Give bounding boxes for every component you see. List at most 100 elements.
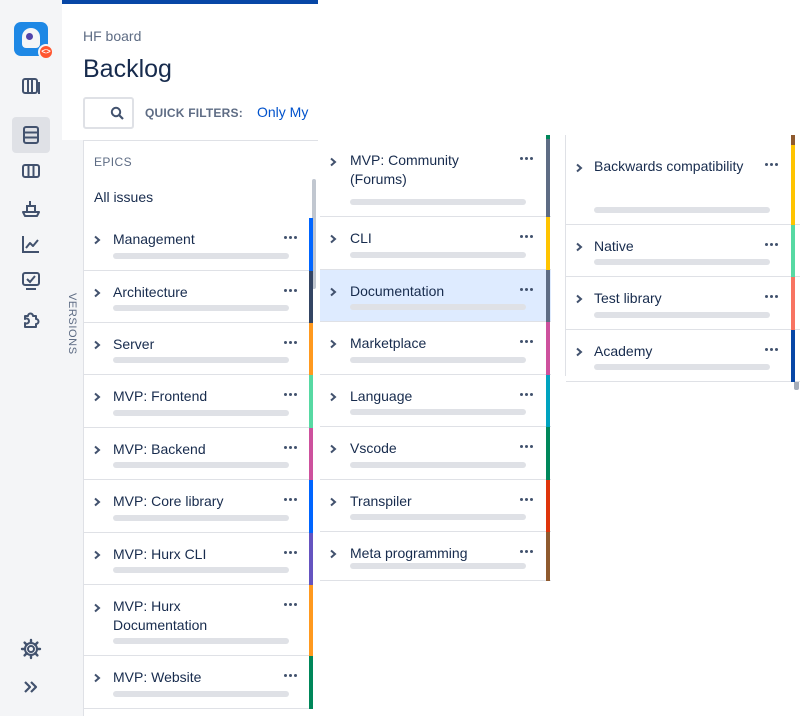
epic-row[interactable]: MVP: Core library xyxy=(84,480,313,533)
more-actions-icon[interactable] xyxy=(765,163,781,167)
more-actions-icon[interactable] xyxy=(284,498,300,502)
epic-row[interactable]: Marketplace xyxy=(320,322,551,375)
addon-icon xyxy=(24,312,40,328)
epic-row[interactable]: Server xyxy=(84,323,313,375)
more-actions-icon[interactable] xyxy=(284,236,300,240)
more-actions-icon[interactable] xyxy=(765,348,781,352)
project-avatar[interactable]: <> xyxy=(14,22,54,60)
versions-tab[interactable]: VERSIONS xyxy=(62,140,84,716)
nav-backlog[interactable] xyxy=(12,117,50,153)
epic-name[interactable]: MVP: Community (Forums) xyxy=(350,151,512,189)
epic-name[interactable]: MVP: Core library xyxy=(113,492,276,511)
chevron-right-icon[interactable] xyxy=(574,347,584,357)
epic-row[interactable]: Native xyxy=(566,225,800,277)
epic-row[interactable]: MVP: Frontend xyxy=(84,375,313,428)
epic-name[interactable]: Backwards compatibility xyxy=(594,157,757,176)
epic-name[interactable]: CLI xyxy=(350,229,512,248)
epic-row[interactable]: Vscode xyxy=(320,427,551,480)
epic-name[interactable]: MVP: Hurx CLI xyxy=(113,545,276,564)
nav-settings[interactable] xyxy=(12,631,50,667)
chevron-right-icon[interactable] xyxy=(328,339,338,349)
chevron-right-icon[interactable] xyxy=(328,497,338,507)
epic-name[interactable]: Academy xyxy=(594,342,757,361)
more-actions-icon[interactable] xyxy=(284,289,300,293)
epic-name[interactable]: Architecture xyxy=(113,283,276,302)
more-actions-icon[interactable] xyxy=(765,243,781,247)
epic-name[interactable]: Management xyxy=(113,230,276,249)
epic-row[interactable]: MVP: Hurx CLI xyxy=(84,533,313,585)
epic-name[interactable]: Test library xyxy=(594,289,757,308)
epic-row[interactable]: Documentation xyxy=(320,270,551,322)
expand-sidebar-button[interactable] xyxy=(12,669,50,705)
epic-row[interactable]: Management xyxy=(84,218,313,271)
more-actions-icon[interactable] xyxy=(520,235,536,239)
epic-name[interactable]: Documentation xyxy=(350,282,512,301)
more-actions-icon[interactable] xyxy=(284,674,300,678)
chevron-right-icon[interactable] xyxy=(92,288,102,298)
epic-name[interactable]: MVP: Website xyxy=(113,668,276,687)
chevron-right-icon[interactable] xyxy=(92,603,102,613)
epic-row[interactable]: Meta programming xyxy=(320,532,551,581)
more-actions-icon[interactable] xyxy=(520,445,536,449)
epic-row[interactable]: MVP: Backend xyxy=(84,428,313,480)
more-actions-icon[interactable] xyxy=(520,157,536,161)
search-input[interactable] xyxy=(83,97,134,129)
epic-row[interactable]: Academy xyxy=(566,330,800,382)
chevron-right-icon[interactable] xyxy=(92,235,102,245)
nav-board[interactable] xyxy=(12,153,50,189)
more-actions-icon[interactable] xyxy=(520,498,536,502)
more-actions-icon[interactable] xyxy=(284,393,300,397)
epic-name[interactable]: MVP: Hurx Documentation xyxy=(113,597,276,635)
more-actions-icon[interactable] xyxy=(520,288,536,292)
chevron-right-icon[interactable] xyxy=(574,294,584,304)
all-issues-item[interactable]: All issues xyxy=(94,189,153,205)
epic-name[interactable]: Transpiler xyxy=(350,492,512,511)
chevron-right-icon[interactable] xyxy=(328,392,338,402)
epic-name[interactable]: Vscode xyxy=(350,439,512,458)
more-actions-icon[interactable] xyxy=(284,341,300,345)
epic-row[interactable]: Language xyxy=(320,375,551,427)
nav-issues[interactable] xyxy=(12,263,50,299)
epic-row[interactable]: Architecture xyxy=(84,271,313,323)
chevron-right-icon[interactable] xyxy=(328,287,338,297)
chevron-right-icon[interactable] xyxy=(92,497,102,507)
more-actions-icon[interactable] xyxy=(284,551,300,555)
epic-name[interactable]: Server xyxy=(113,335,276,354)
epic-row[interactable]: MVP: Website xyxy=(84,656,313,709)
chevron-right-icon[interactable] xyxy=(328,157,338,167)
chevron-right-icon[interactable] xyxy=(574,163,584,173)
epic-row[interactable]: Test library xyxy=(566,277,800,330)
more-actions-icon[interactable] xyxy=(765,295,781,299)
nav-roadmap[interactable] xyxy=(12,68,50,104)
more-actions-icon[interactable] xyxy=(284,446,300,450)
chevron-right-icon[interactable] xyxy=(92,340,102,350)
epic-name[interactable]: Meta programming xyxy=(350,544,512,563)
chevron-right-icon[interactable] xyxy=(328,234,338,244)
more-actions-icon[interactable] xyxy=(284,603,300,607)
more-actions-icon[interactable] xyxy=(520,550,536,554)
epic-row[interactable]: MVP: Community (Forums) xyxy=(320,139,551,217)
chevron-right-icon[interactable] xyxy=(92,550,102,560)
chevron-right-icon[interactable] xyxy=(328,444,338,454)
epic-row[interactable]: Backwards compatibility xyxy=(566,145,800,225)
epic-name[interactable]: Native xyxy=(594,237,757,256)
chevron-right-icon[interactable] xyxy=(92,673,102,683)
epic-name[interactable]: Language xyxy=(350,387,512,406)
breadcrumb[interactable]: HF board xyxy=(83,28,141,44)
epic-row[interactable]: CLI xyxy=(320,217,551,270)
nav-reports[interactable] xyxy=(12,226,50,262)
more-actions-icon[interactable] xyxy=(520,393,536,397)
chevron-right-icon[interactable] xyxy=(328,549,338,559)
quick-filter-only-my[interactable]: Only My xyxy=(257,104,308,120)
chevron-right-icon[interactable] xyxy=(92,392,102,402)
chevron-right-icon[interactable] xyxy=(574,242,584,252)
nav-addons[interactable] xyxy=(12,301,50,337)
chevron-right-icon[interactable] xyxy=(92,445,102,455)
more-actions-icon[interactable] xyxy=(520,340,536,344)
nav-releases[interactable] xyxy=(12,190,50,226)
epic-name[interactable]: Marketplace xyxy=(350,334,512,353)
epic-row[interactable]: MVP: Hurx Documentation xyxy=(84,585,313,656)
epic-name[interactable]: MVP: Backend xyxy=(113,440,276,459)
epic-row[interactable]: Transpiler xyxy=(320,480,551,532)
epic-name[interactable]: MVP: Frontend xyxy=(113,387,276,406)
